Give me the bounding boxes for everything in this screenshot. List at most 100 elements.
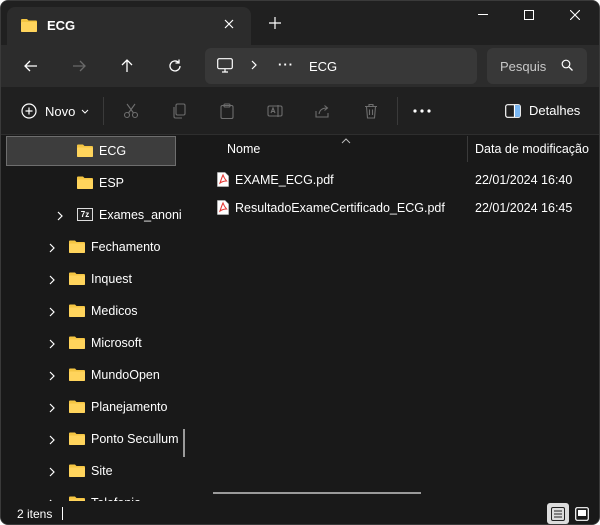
plus-circle-icon (21, 103, 37, 119)
sidebar-item-inquest[interactable]: Inquest (1, 264, 181, 294)
search-box[interactable]: Pesquisar (487, 48, 587, 84)
file-row[interactable]: EXAME_ECG.pdf 22/01/2024 16:40 (213, 166, 593, 194)
close-tab-icon[interactable] (219, 14, 239, 34)
command-bar: Novo Detalhes (1, 87, 599, 135)
sidebar-item-label: ECG (99, 144, 127, 158)
pdf-icon (217, 200, 229, 218)
chevron-right-icon[interactable] (251, 59, 257, 73)
navigation-bar: ··· ECG Pesquisar (1, 45, 599, 87)
folder-icon (21, 18, 37, 35)
sidebar-item-label: Ponto Secullum (91, 432, 179, 446)
new-tab-icon[interactable] (265, 13, 285, 33)
sidebar-item-label: Inquest (91, 272, 133, 286)
sidebar-item-ponto-secullum[interactable]: Ponto Secullum (1, 424, 181, 454)
forward-arrow-icon[interactable] (65, 53, 93, 79)
paste-icon[interactable] (219, 101, 235, 121)
maximize-icon[interactable] (507, 5, 551, 25)
chevron-right-icon[interactable] (49, 306, 55, 320)
chevron-right-icon[interactable] (49, 434, 55, 448)
file-row[interactable]: ResultadoExameCertificado_ECG.pdf 22/01/… (213, 194, 593, 222)
item-count: 2 itens (17, 507, 53, 521)
file-name: EXAME_ECG.pdf (235, 173, 334, 187)
column-header-date[interactable]: Data de modificação (475, 142, 589, 156)
close-window-icon[interactable] (553, 5, 597, 25)
details-button[interactable]: Detalhes (505, 103, 580, 118)
sidebar-item-label: ESP (99, 176, 125, 190)
folder-icon (69, 272, 85, 288)
status-bar: 2 itens (1, 501, 599, 524)
column-divider[interactable] (467, 136, 468, 162)
sidebar-item-exames-anonimizados[interactable]: 7z Exames_anonimizados (1, 200, 181, 230)
folder-icon (77, 176, 93, 192)
copy-icon[interactable] (171, 101, 187, 121)
chevron-right-icon[interactable] (49, 370, 55, 384)
back-arrow-icon[interactable] (17, 53, 45, 79)
details-label: Detalhes (529, 103, 581, 118)
chevron-down-icon (82, 109, 89, 114)
sidebar-item-label: Fechamento (91, 240, 161, 254)
sidebar-item-microsoft[interactable]: Microsoft (1, 328, 181, 358)
sidebar-item-site[interactable]: Site (1, 456, 181, 486)
details-pane-icon (505, 103, 521, 118)
sidebar-item-fechamento[interactable]: Fechamento (1, 232, 181, 262)
sidebar-item-label: MundoOpen (91, 368, 160, 382)
folder-icon (69, 368, 85, 384)
up-arrow-icon[interactable] (113, 53, 141, 79)
sidebar-item-ecg[interactable]: ECG (6, 136, 176, 166)
file-name: ResultadoExameCertificado_ECG.pdf (235, 201, 445, 215)
column-header-row: Nome Data de modificação (193, 133, 599, 162)
sidebar-scrollbar[interactable] (183, 429, 185, 457)
horizontal-scrollbar[interactable] (213, 492, 421, 494)
file-date: 22/01/2024 16:40 (475, 173, 573, 187)
rename-icon[interactable] (267, 101, 283, 121)
refresh-icon[interactable] (161, 53, 189, 79)
column-header-name[interactable]: Nome (227, 142, 260, 156)
tab-title: ECG (47, 18, 76, 33)
sidebar-item-planejamento[interactable]: Planejamento (1, 392, 181, 422)
7z-archive-icon: 7z (77, 208, 93, 221)
delete-icon[interactable] (363, 101, 379, 121)
title-bar: ECG (1, 1, 599, 45)
breadcrumb-ecg[interactable]: ECG (309, 59, 337, 74)
sidebar-item-esp[interactable]: ESP (1, 168, 181, 198)
pdf-icon (217, 172, 229, 190)
navigation-pane: ECG ESP 7z Exames_anonimizados Fechament… (1, 136, 193, 501)
sidebar-item-medicos[interactable]: Medicos (1, 296, 181, 326)
chevron-right-icon[interactable] (49, 338, 55, 352)
chevron-right-icon[interactable] (49, 274, 55, 288)
folder-icon (69, 304, 85, 320)
computer-icon (217, 58, 233, 76)
more-options-icon[interactable] (413, 101, 431, 121)
file-list-pane: Nome Data de modificação EXAME_ECG.pdf 2… (193, 133, 599, 501)
folder-icon (69, 400, 85, 416)
chevron-right-icon[interactable] (49, 466, 55, 480)
folder-icon (69, 336, 85, 352)
sidebar-item-label: Medicos (91, 304, 138, 318)
tab-ecg[interactable]: ECG (7, 7, 251, 45)
new-button[interactable]: Novo (21, 101, 89, 121)
folder-icon (69, 464, 85, 480)
chevron-right-icon[interactable] (57, 210, 63, 224)
chevron-right-icon[interactable] (49, 242, 55, 256)
toolbar-divider (397, 97, 398, 125)
folder-icon (69, 432, 85, 448)
breadcrumb-overflow[interactable]: ··· (278, 57, 294, 72)
details-view-icon[interactable] (547, 503, 569, 524)
address-bar[interactable]: ··· ECG (205, 48, 477, 84)
search-icon[interactable] (561, 59, 573, 74)
new-button-label: Novo (45, 103, 76, 119)
large-icons-view-icon[interactable] (571, 503, 593, 524)
sidebar-item-mundoopen[interactable]: MundoOpen (1, 360, 181, 390)
search-placeholder: Pesquisar (500, 59, 546, 74)
sort-ascending-icon (341, 133, 351, 147)
minimize-icon[interactable] (461, 5, 505, 25)
text-cursor (62, 507, 63, 520)
file-explorer-window: ECG ··· ECG Pesquis Novo Detalhes ECG ES… (0, 0, 600, 525)
cut-icon[interactable] (123, 101, 139, 121)
share-icon[interactable] (315, 101, 331, 121)
sidebar-item-telefonia[interactable]: Telefonia (1, 488, 181, 501)
sidebar-item-label: Microsoft (91, 336, 142, 350)
chevron-right-icon[interactable] (49, 402, 55, 416)
sidebar-item-label: Planejamento (91, 400, 168, 414)
folder-icon (77, 144, 93, 160)
